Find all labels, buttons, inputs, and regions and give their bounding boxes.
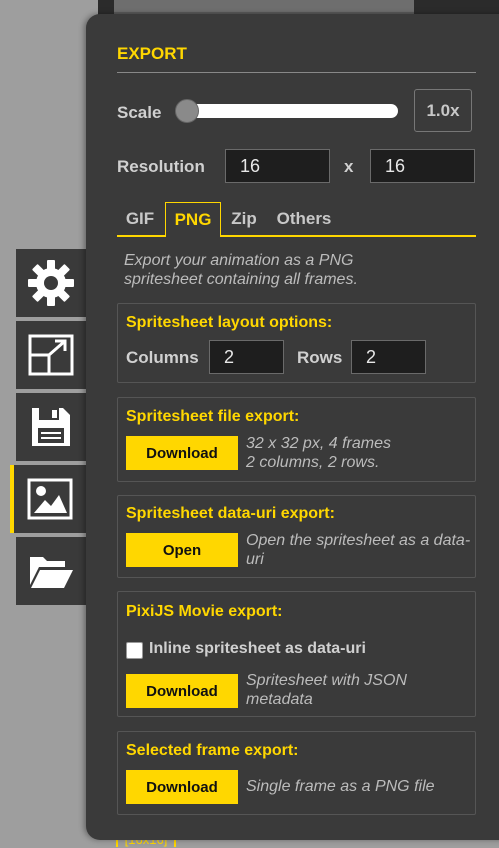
- pixijs-export-section: PixiJS Movie export: Inline spritesheet …: [117, 591, 476, 717]
- image-icon: [27, 478, 73, 520]
- file-export-section: Spritesheet file export: Download 32 x 3…: [117, 397, 476, 482]
- settings-tool[interactable]: [16, 249, 86, 317]
- panel-title: EXPORT: [117, 44, 187, 63]
- resolution-label: Resolution: [117, 157, 205, 176]
- data-uri-export-section: Spritesheet data-uri export: Open Open t…: [117, 495, 476, 578]
- folder-open-icon: [30, 557, 73, 588]
- export-panel: EXPORT Scale 1.0x Resolution x GIF PNG Z…: [86, 14, 499, 840]
- data-uri-export-info: Open the spritesheet as a data-uri: [246, 532, 471, 568]
- frame-export-info: Single frame as a PNG file: [246, 778, 435, 795]
- file-export-info: 32 x 32 px, 4 frames 2 columns, 2 rows.: [246, 435, 391, 471]
- frame-export-section: Selected frame export: Download Single f…: [117, 731, 476, 815]
- tab-others[interactable]: Others: [267, 202, 341, 235]
- inline-data-uri-checkbox[interactable]: [126, 642, 143, 659]
- frame-download-button[interactable]: Download: [126, 770, 238, 804]
- pixijs-export-info: Spritesheet with JSON metadata: [246, 672, 407, 708]
- tab-gif[interactable]: GIF: [117, 202, 163, 235]
- gear-icon: [28, 260, 74, 306]
- scale-slider-thumb[interactable]: [175, 99, 199, 123]
- background-frame-strip: [114, 0, 414, 14]
- resize-tool[interactable]: [16, 321, 86, 389]
- tab-zip[interactable]: Zip: [223, 202, 265, 235]
- pixijs-export-title: PixiJS Movie export:: [126, 603, 283, 620]
- inline-data-uri-label[interactable]: Inline spritesheet as data-uri: [149, 640, 366, 658]
- save-icon: [32, 408, 70, 446]
- side-toolbar: [10, 249, 86, 609]
- resolution-height-input[interactable]: [370, 149, 475, 183]
- columns-label: Columns: [126, 348, 199, 367]
- columns-input[interactable]: [209, 340, 284, 374]
- title-divider: [117, 72, 476, 73]
- resolution-width-input[interactable]: [225, 149, 330, 183]
- frame-export-title: Selected frame export:: [126, 742, 299, 759]
- file-export-title: Spritesheet file export:: [126, 408, 300, 425]
- export-tool[interactable]: [10, 465, 86, 533]
- resolution-separator: x: [344, 157, 354, 176]
- layout-options-section: Spritesheet layout options: Columns Rows: [117, 303, 476, 383]
- import-tool[interactable]: [16, 537, 86, 605]
- data-uri-open-button[interactable]: Open: [126, 533, 238, 567]
- rows-label: Rows: [297, 348, 343, 367]
- tab-png[interactable]: PNG: [165, 202, 221, 237]
- scale-value-button[interactable]: 1.0x: [414, 89, 472, 132]
- export-tabs: GIF PNG Zip Others: [117, 202, 476, 237]
- png-description: Export your animation as a PNG spriteshe…: [124, 252, 358, 288]
- save-tool[interactable]: [16, 393, 86, 461]
- layout-options-title: Spritesheet layout options:: [126, 314, 333, 331]
- rows-input[interactable]: [351, 340, 426, 374]
- file-download-button[interactable]: Download: [126, 436, 238, 470]
- pixijs-download-button[interactable]: Download: [126, 674, 238, 708]
- resize-icon: [28, 334, 74, 376]
- scale-label: Scale: [117, 103, 162, 122]
- scale-slider-track[interactable]: [180, 104, 398, 118]
- data-uri-export-title: Spritesheet data-uri export:: [126, 505, 335, 522]
